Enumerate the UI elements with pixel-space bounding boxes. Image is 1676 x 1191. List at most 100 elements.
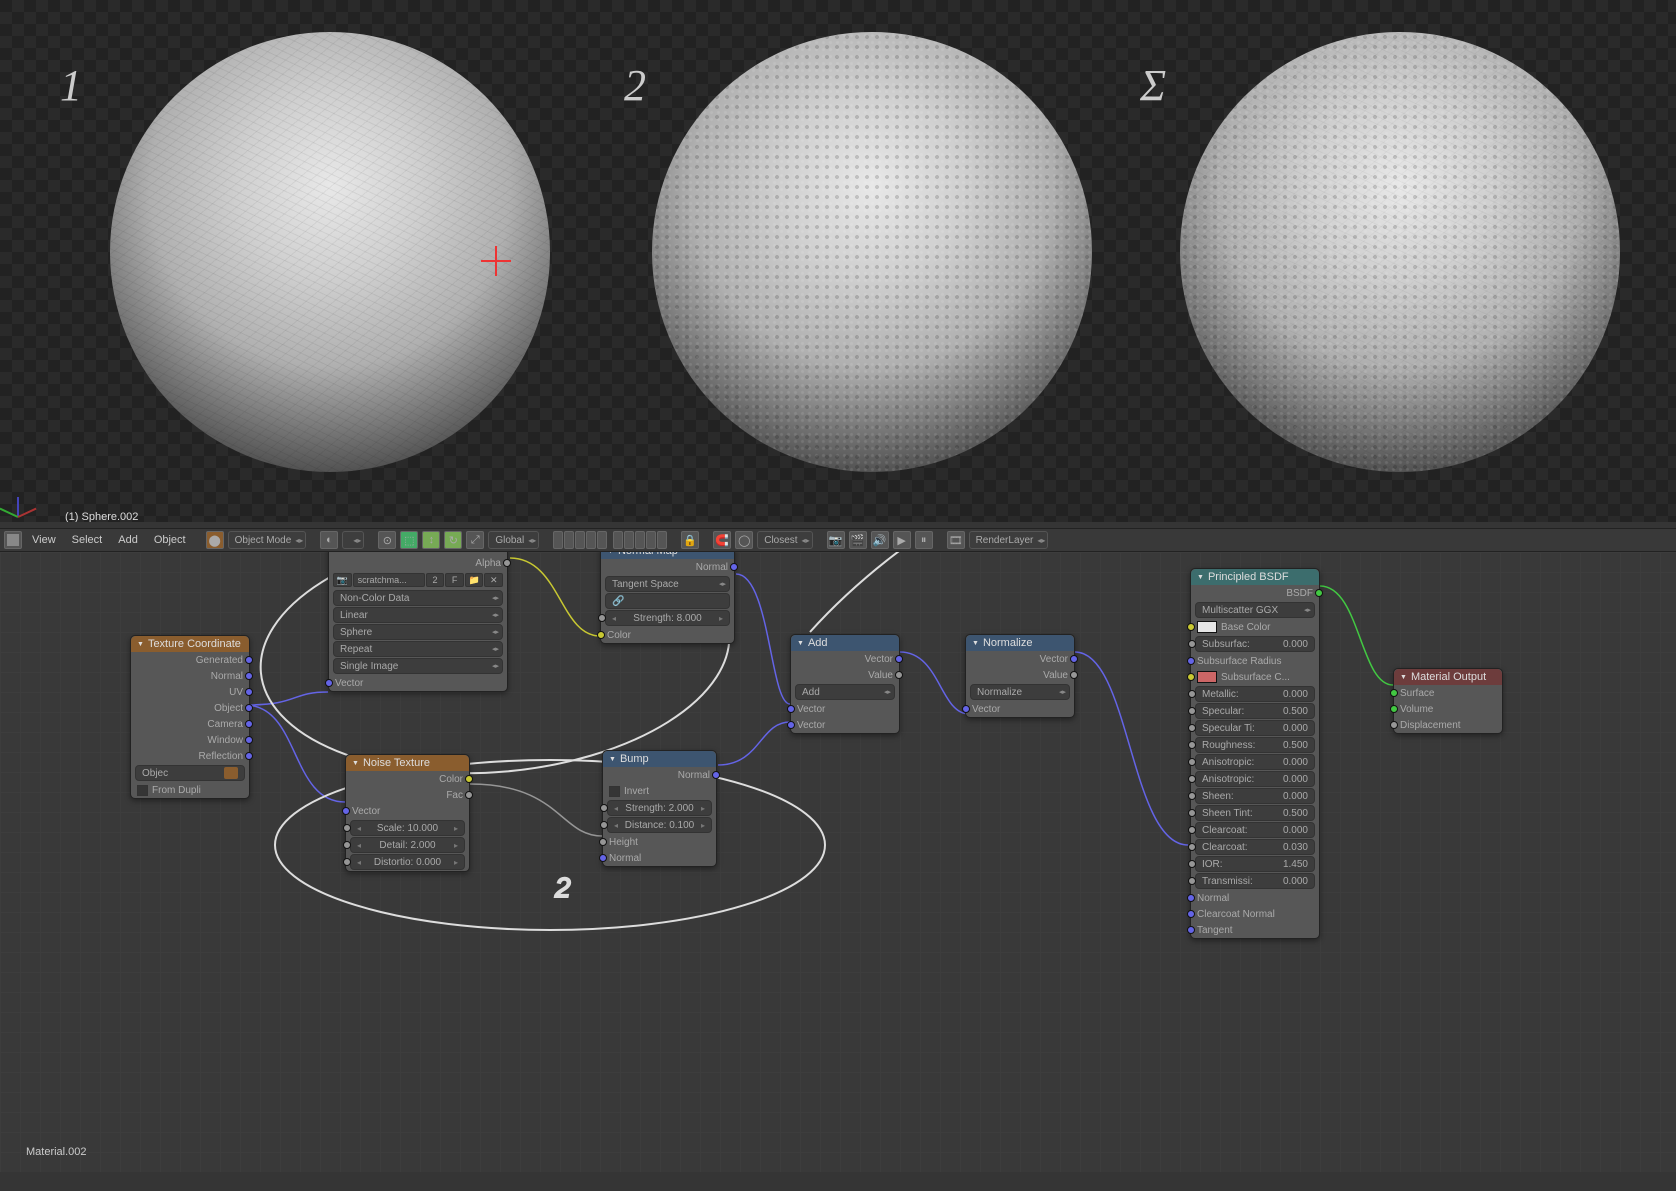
node-header[interactable]: Normalize (966, 635, 1074, 651)
projection-select[interactable]: Sphere (333, 624, 503, 640)
from-dupli-label: From Dupli (152, 785, 201, 796)
snap-mode-icon[interactable]: ◯ (735, 531, 753, 549)
node-header[interactable]: Bump (603, 751, 716, 767)
detail-field[interactable]: ◂Detail: 2.000▸ (350, 837, 465, 853)
image-users[interactable]: 2 (426, 573, 445, 587)
interp-select[interactable]: Linear (333, 607, 503, 623)
socket-normal: Normal (1197, 893, 1229, 904)
mode-icon[interactable]: ⬤ (206, 531, 224, 549)
node-normal-map[interactable]: Normal Map Normal Tangent Space 🔗 ◂Stren… (600, 552, 735, 644)
bsdf-ior-field[interactable]: IOR:1.450 (1195, 856, 1315, 872)
socket-normal-out: Normal (678, 770, 710, 781)
cursor-3d-icon (481, 246, 511, 276)
socket-fac: Fac (446, 790, 463, 801)
object-field[interactable]: Objec (135, 765, 245, 781)
mode-select[interactable]: Object Mode (228, 531, 307, 549)
uvmap-field[interactable]: 🔗 (605, 593, 730, 609)
strength-field[interactable]: ◂Strength: 2.000▸ (607, 800, 712, 816)
extension-select[interactable]: Repeat (333, 641, 503, 657)
bsdf-sheen-field[interactable]: Sheen:0.000 (1195, 788, 1315, 804)
render-audio-icon[interactable]: 🔊 (871, 531, 889, 549)
bsdf-clearcoat-field[interactable]: Clearcoat:0.030 (1195, 839, 1315, 855)
pause-icon[interactable]: ⏸ (915, 531, 933, 549)
operation-select[interactable]: Normalize (970, 684, 1070, 700)
image-unlink-button[interactable]: ✕ (484, 573, 503, 587)
scale-field[interactable]: ◂Scale: 10.000▸ (350, 820, 465, 836)
node-vector-math-normalize[interactable]: Normalize Vector Value Normalize Vector (965, 634, 1075, 718)
image-name-field[interactable]: scratchma... (353, 573, 425, 587)
render-image-icon[interactable]: 📷 (827, 531, 845, 549)
socket-vector-in: Vector (972, 704, 1000, 715)
node-header[interactable]: Principled BSDF (1191, 569, 1319, 585)
bsdf-subsurfacec[interactable]: Subsurface C... (1191, 669, 1319, 685)
socket-object: Object (214, 703, 243, 714)
node-editor[interactable]: 1 2 Texture Coordinate Generated Normal … (0, 552, 1676, 1172)
node-header[interactable]: Noise Texture (346, 755, 469, 771)
shading-icon[interactable]: ◐ (320, 531, 338, 549)
bsdf-anisotropic-field[interactable]: Anisotropic:0.000 (1195, 771, 1315, 787)
socket-tangent: Tangent (1197, 925, 1233, 936)
bsdf-clearcoat-field[interactable]: Clearcoat:0.000 (1195, 822, 1315, 838)
playback-icon[interactable]: ▶ (893, 531, 911, 549)
node-header[interactable]: Add (791, 635, 899, 651)
viewport-3d[interactable]: 1 2 Σ (1) Sphere.002 (0, 0, 1676, 522)
image-browse-button[interactable]: 📷 (333, 573, 352, 587)
renderlayer-select[interactable]: RenderLayer (969, 531, 1049, 549)
node-texture-coordinate[interactable]: Texture Coordinate Generated Normal UV O… (130, 635, 250, 799)
shading-select[interactable] (342, 531, 364, 549)
axes-gizmo (18, 478, 58, 518)
layer-icon[interactable]: ⬚ (400, 531, 418, 549)
manipulator-translate-icon[interactable]: ↕ (422, 531, 440, 549)
bsdf-basecolor[interactable]: Base Color (1191, 619, 1319, 635)
bsdf-specular-field[interactable]: Specular:0.500 (1195, 703, 1315, 719)
menu-select[interactable]: Select (66, 534, 109, 546)
invert-checkbox[interactable] (609, 786, 620, 797)
frame-select[interactable]: Single Image (333, 658, 503, 674)
node-header[interactable]: Normal Map (601, 552, 734, 559)
node-material-output[interactable]: Material Output Surface Volume Displacem… (1393, 668, 1503, 734)
snap-select[interactable]: Closest (757, 531, 812, 549)
lock-icon[interactable]: 🔒 (681, 531, 699, 549)
distribution-select[interactable]: Multiscatter GGX (1195, 602, 1315, 618)
bsdf-transmissi-field[interactable]: Transmissi:0.000 (1195, 873, 1315, 889)
viewport-annotation-3: Σ (1140, 60, 1166, 111)
manipulator-rotate-icon[interactable]: ↻ (444, 531, 462, 549)
bsdf-subsurfac-field[interactable]: Subsurfac:0.000 (1195, 636, 1315, 652)
node-image-texture[interactable]: Image Texture Color Alpha 📷 scratchma...… (328, 552, 508, 692)
image-fake-user[interactable]: F (445, 573, 464, 587)
manipulator-scale-icon[interactable]: ⤢ (466, 531, 484, 549)
color-space-select[interactable]: Non-Color Data (333, 590, 503, 606)
from-dupli-checkbox[interactable] (137, 785, 148, 796)
pivot-icon[interactable]: ⊙ (378, 531, 396, 549)
socket-reflection: Reflection (199, 751, 243, 762)
bsdf-metallic-field[interactable]: Metallic:0.000 (1195, 686, 1315, 702)
snap-toggle-icon[interactable]: 🧲 (713, 531, 731, 549)
node-header[interactable]: Texture Coordinate (131, 636, 249, 652)
distance-field[interactable]: ◂Distance: 0.100▸ (607, 817, 712, 833)
menu-view[interactable]: View (26, 534, 62, 546)
strength-field[interactable]: ◂Strength: 8.000▸ (605, 610, 730, 626)
bsdf-roughness-field[interactable]: Roughness:0.500 (1195, 737, 1315, 753)
socket-vector-out: Vector (1040, 654, 1068, 665)
node-principled-bsdf[interactable]: Principled BSDF BSDF Multiscatter GGX Ba… (1190, 568, 1320, 939)
render-anim-icon[interactable]: 🎬 (849, 531, 867, 549)
node-header[interactable]: Material Output (1394, 669, 1502, 685)
image-open-button[interactable]: 📁 (465, 573, 484, 587)
orientation-select[interactable]: Global (488, 531, 539, 549)
socket-camera: Camera (207, 719, 243, 730)
menu-object[interactable]: Object (148, 534, 192, 546)
bsdf-anisotropic-field[interactable]: Anisotropic:0.000 (1195, 754, 1315, 770)
menu-add[interactable]: Add (112, 534, 144, 546)
editor-type-icon[interactable] (4, 531, 22, 549)
node-bump[interactable]: Bump Normal Invert ◂Strength: 2.000▸ ◂Di… (602, 750, 717, 867)
space-select[interactable]: Tangent Space (605, 576, 730, 592)
layer-buttons[interactable] (553, 531, 667, 549)
socket-color-in: Color (607, 630, 631, 641)
node-vector-math-add[interactable]: Add Vector Value Add Vector Vector (790, 634, 900, 734)
scene-icon[interactable]: 🎞 (947, 531, 965, 549)
bsdf-specularti-field[interactable]: Specular Ti:0.000 (1195, 720, 1315, 736)
bsdf-sheentint-field[interactable]: Sheen Tint:0.500 (1195, 805, 1315, 821)
distortion-field[interactable]: ◂Distortio: 0.000▸ (350, 854, 465, 870)
operation-select[interactable]: Add (795, 684, 895, 700)
node-noise-texture[interactable]: Noise Texture Color Fac Vector ◂Scale: 1… (345, 754, 470, 872)
